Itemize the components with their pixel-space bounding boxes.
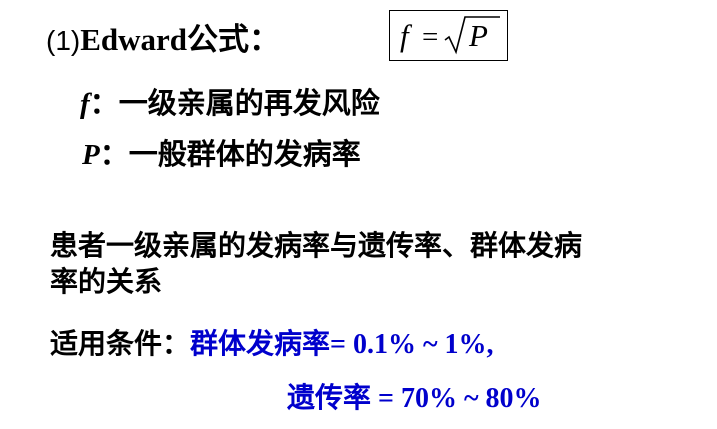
heading-suffix: 公式： (187, 22, 281, 58)
condition-population-value: = 0.1% ~ 1%, (330, 329, 494, 360)
formula-box: f = P (389, 10, 508, 61)
definition-symbol: P (82, 139, 100, 171)
heading-number: (1) (46, 25, 81, 56)
formula-equals: = (422, 21, 438, 53)
heading: (1)Edward公式： (46, 14, 280, 59)
definition-f: f：一级亲属的再发风险 (80, 80, 380, 122)
heading-name: Edward (80, 22, 188, 57)
definition-text: 一级亲属的再发风险 (118, 86, 380, 120)
condition-line-2: 遗传率 = 70% ~ 80% (287, 376, 542, 416)
condition-heritability-value: = 70% ~ 80% (371, 383, 542, 414)
condition-heritability-label: 遗传率 (287, 381, 372, 414)
formula: f = P (400, 16, 500, 55)
relation-paragraph: 患者一级亲属的发病率与遗传率、群体发病 率的关系 (50, 228, 582, 300)
slide: { "heading": { "number": "(1)", "name": … (0, 0, 717, 429)
formula-lhs: f (400, 18, 413, 53)
definition-separator: ： (99, 137, 129, 171)
condition-population-label: 群体发病率 (190, 327, 331, 360)
paragraph-line-1: 患者一级亲属的发病率与遗传率、群体发病 (50, 229, 583, 262)
definition-p: P：一般群体的发病率 (82, 131, 361, 173)
condition-line-1: 适用条件：群体发病率= 0.1% ~ 1%, (50, 322, 494, 362)
conditions-label: 适用条件： (50, 327, 191, 360)
definition-symbol: f (80, 88, 90, 120)
formula-rhs: P (468, 18, 488, 53)
definition-separator: ： (89, 86, 119, 120)
definition-text: 一般群体的发病率 (128, 137, 361, 171)
paragraph-line-2: 率的关系 (50, 265, 163, 298)
